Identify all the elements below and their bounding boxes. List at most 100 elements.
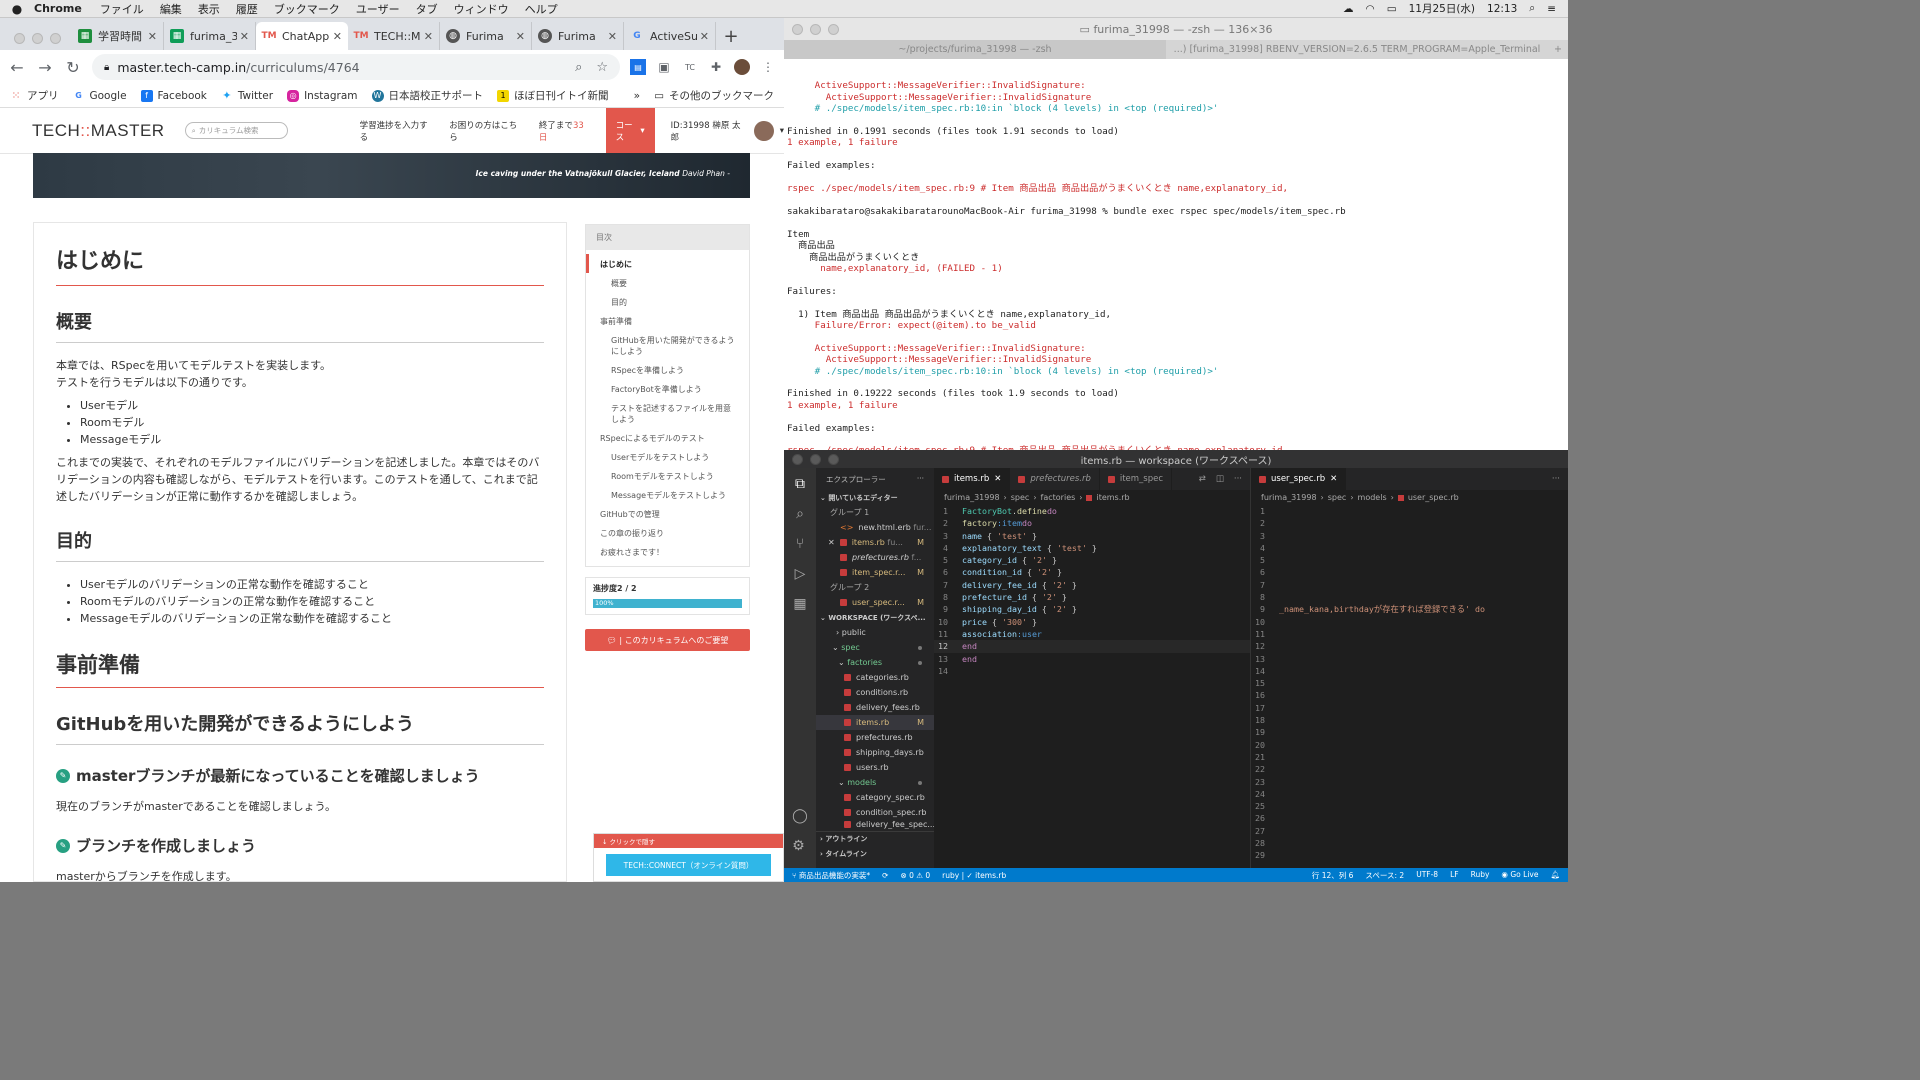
tree-file[interactable]: prefectures.rb bbox=[816, 730, 934, 745]
site-logo[interactable]: TECH::MASTER bbox=[32, 121, 165, 141]
extension-icon[interactable]: TC bbox=[682, 59, 698, 75]
new-terminal-tab-button[interactable]: + bbox=[1548, 40, 1568, 59]
reload-icon[interactable]: ↻ bbox=[64, 58, 82, 77]
browser-tab[interactable]: TM TECH::M ✕ bbox=[348, 22, 440, 50]
close-icon[interactable]: ✕ bbox=[994, 474, 1001, 484]
extension-icon[interactable]: ▣ bbox=[656, 59, 672, 75]
hide-toggle[interactable]: ↓ クリックで隠す bbox=[594, 834, 783, 848]
tree-file[interactable]: categories.rb bbox=[816, 670, 934, 685]
toc-item[interactable]: GitHubを用いた開発ができるようにしよう bbox=[586, 330, 749, 360]
status-branch[interactable]: ⑂ 商品出品機能の実装* bbox=[792, 870, 870, 881]
course-menu-button[interactable]: コース ▾ bbox=[605, 108, 655, 153]
toc-item[interactable]: RSpecによるモデルのテスト bbox=[586, 428, 749, 447]
open-file-item[interactable]: <> new.html.erb fur... bbox=[816, 520, 934, 535]
bookmark-proofread[interactable]: W 日本語校正サポート bbox=[371, 88, 483, 103]
tree-file[interactable]: conditions.rb bbox=[816, 685, 934, 700]
tree-folder[interactable]: ⌄ factories bbox=[816, 655, 934, 670]
code-editor[interactable]: 1 2 3 4 5 6 7 8 9 _name_kana,birthdayが存在すれば登録できる'… bbox=[1251, 505, 1568, 862]
notifications-bell-icon[interactable]: 🔔︎ bbox=[1550, 870, 1560, 881]
sync-icon[interactable]: ⟳ bbox=[882, 871, 888, 880]
extensions-icon[interactable]: ▦ bbox=[793, 596, 806, 612]
breadcrumb-item[interactable]: spec bbox=[1328, 493, 1347, 502]
open-editors-section[interactable]: ⌄ 開いているエディター bbox=[816, 490, 934, 505]
code-editor[interactable]: 1 FactoryBot. define do 2 factory :item do… bbox=[934, 505, 1250, 677]
tech-connect-button[interactable]: TECH::CONNECT（オンライン質問） bbox=[606, 854, 771, 876]
bookmark-facebook[interactable]: f Facebook bbox=[140, 89, 207, 102]
more-bookmarks-icon[interactable]: » bbox=[634, 90, 640, 102]
wifi-icon[interactable]: ◠ bbox=[1366, 3, 1375, 15]
toc-item[interactable]: この章の振り返り bbox=[586, 523, 749, 542]
terminal-tab[interactable]: ...) [furima_31998] RBENV_VERSION=2.6.5 … bbox=[1166, 40, 1548, 59]
status-indent[interactable]: スペース: 2 bbox=[1365, 870, 1404, 881]
breadcrumb-item[interactable]: furima_31998 bbox=[1261, 493, 1317, 502]
tree-folder[interactable]: ⌄ models bbox=[816, 775, 934, 790]
tree-folder[interactable]: › public bbox=[816, 625, 934, 640]
tree-folder[interactable]: ⌄ spec bbox=[816, 640, 934, 655]
control-center-icon[interactable]: ≡ bbox=[1547, 3, 1556, 15]
status-file[interactable]: ruby | ✓ items.rb bbox=[942, 871, 1006, 880]
puzzle-icon[interactable]: ✚ bbox=[708, 59, 724, 75]
menu-user[interactable]: ユーザー bbox=[356, 1, 400, 17]
toc-item[interactable]: テストを記述するファイルを用意しよう bbox=[586, 398, 749, 428]
toc-item[interactable]: Userモデルをテストしよう bbox=[586, 447, 749, 466]
tree-file[interactable]: delivery_fees.rb bbox=[816, 700, 934, 715]
close-tab-icon[interactable]: ✕ bbox=[424, 30, 433, 43]
close-tab-icon[interactable]: ✕ bbox=[240, 30, 249, 43]
menu-help[interactable]: ヘルプ bbox=[525, 1, 558, 17]
open-file-item[interactable]: ✕ items.rb fu... M bbox=[816, 535, 934, 550]
run-debug-icon[interactable]: ▷ bbox=[795, 566, 806, 582]
profile-avatar[interactable] bbox=[734, 59, 750, 75]
app-menu[interactable]: Chrome bbox=[34, 2, 82, 15]
bookmark-instagram[interactable]: ◎ Instagram bbox=[287, 89, 358, 102]
toc-item[interactable]: Messageモデルをテストしよう bbox=[586, 485, 749, 504]
terminal-tab[interactable]: ~/projects/furima_31998 — -zsh bbox=[784, 40, 1166, 59]
browser-tab[interactable]: ◍ Furima ✕ bbox=[532, 22, 624, 50]
tree-file[interactable]: category_spec.rb bbox=[816, 790, 934, 805]
browser-tab[interactable]: G ActiveSu ✕ bbox=[624, 22, 716, 50]
settings-gear-icon[interactable]: ⚙ bbox=[792, 838, 808, 854]
close-tab-icon[interactable]: ✕ bbox=[148, 30, 157, 43]
menu-bookmarks[interactable]: ブックマーク bbox=[274, 1, 340, 17]
menubar-date[interactable]: 11月25日(水) bbox=[1409, 1, 1475, 16]
status-cursor[interactable]: 行 12、列 6 bbox=[1312, 870, 1354, 881]
bookmark-star-icon[interactable]: ☆ bbox=[596, 60, 608, 75]
battery-icon[interactable]: ▭ bbox=[1387, 3, 1397, 15]
status-go-live[interactable]: ◉ Go Live bbox=[1501, 870, 1538, 881]
nav-help-link[interactable]: お困りの方はこちら bbox=[449, 119, 525, 143]
cloud-icon[interactable]: ☁ bbox=[1343, 3, 1354, 15]
extension-icon[interactable]: ▤ bbox=[630, 59, 646, 75]
browser-tab[interactable]: ▦ 学習時間 ✕ bbox=[72, 22, 164, 50]
split-editor-icon[interactable]: ◫ bbox=[1216, 474, 1224, 484]
bookmark-apps[interactable]: ⁙ アプリ bbox=[10, 88, 58, 103]
zoom-window-button[interactable] bbox=[50, 33, 61, 44]
more-icon[interactable]: ··· bbox=[1234, 474, 1242, 484]
close-tab-icon[interactable]: ✕ bbox=[516, 30, 525, 43]
editor-tab[interactable]: item_spec bbox=[1100, 468, 1173, 490]
outline-section[interactable]: › アウトライン bbox=[816, 831, 934, 846]
compare-icon[interactable]: ⇄ bbox=[1199, 474, 1206, 484]
menu-view[interactable]: 表示 bbox=[198, 1, 220, 17]
close-icon[interactable]: ✕ bbox=[1330, 474, 1337, 484]
bookmark-twitter[interactable]: ✦ Twitter bbox=[221, 89, 273, 102]
close-tab-icon[interactable]: ✕ bbox=[608, 30, 617, 43]
user-menu[interactable]: ID:31998 榊原 太郎 ▾ bbox=[671, 119, 784, 143]
close-window-button[interactable] bbox=[14, 33, 25, 44]
menu-kebab-icon[interactable]: ⋮ bbox=[760, 59, 776, 75]
breadcrumb-item[interactable]: models bbox=[1358, 493, 1387, 502]
breadcrumb-item[interactable]: furima_31998 bbox=[944, 493, 1000, 502]
open-file-item[interactable]: item_spec.r... M bbox=[816, 565, 934, 580]
browser-tab[interactable]: ◍ Furima ✕ bbox=[440, 22, 532, 50]
open-file-item[interactable]: user_spec.r... M bbox=[816, 595, 934, 610]
close-icon[interactable]: ✕ bbox=[828, 538, 835, 547]
apple-icon[interactable]: ● bbox=[0, 2, 34, 16]
toc-item[interactable]: FactoryBotを準備しよう bbox=[586, 379, 749, 398]
breadcrumb-item[interactable]: factories bbox=[1041, 493, 1076, 502]
bookmark-google[interactable]: G Google bbox=[73, 90, 126, 102]
tree-file[interactable]: users.rb bbox=[816, 760, 934, 775]
status-language[interactable]: Ruby bbox=[1471, 870, 1490, 881]
menu-edit[interactable]: 編集 bbox=[160, 1, 182, 17]
toc-item[interactable]: Roomモデルをテストしよう bbox=[586, 466, 749, 485]
bookmark-itoi[interactable]: 1 ほぼ日刊イトイ新聞 bbox=[497, 88, 609, 103]
tree-file[interactable]: delivery_fee_spec... bbox=[816, 820, 934, 829]
browser-tab-active[interactable]: TM ChatApp ✕ bbox=[256, 22, 348, 50]
